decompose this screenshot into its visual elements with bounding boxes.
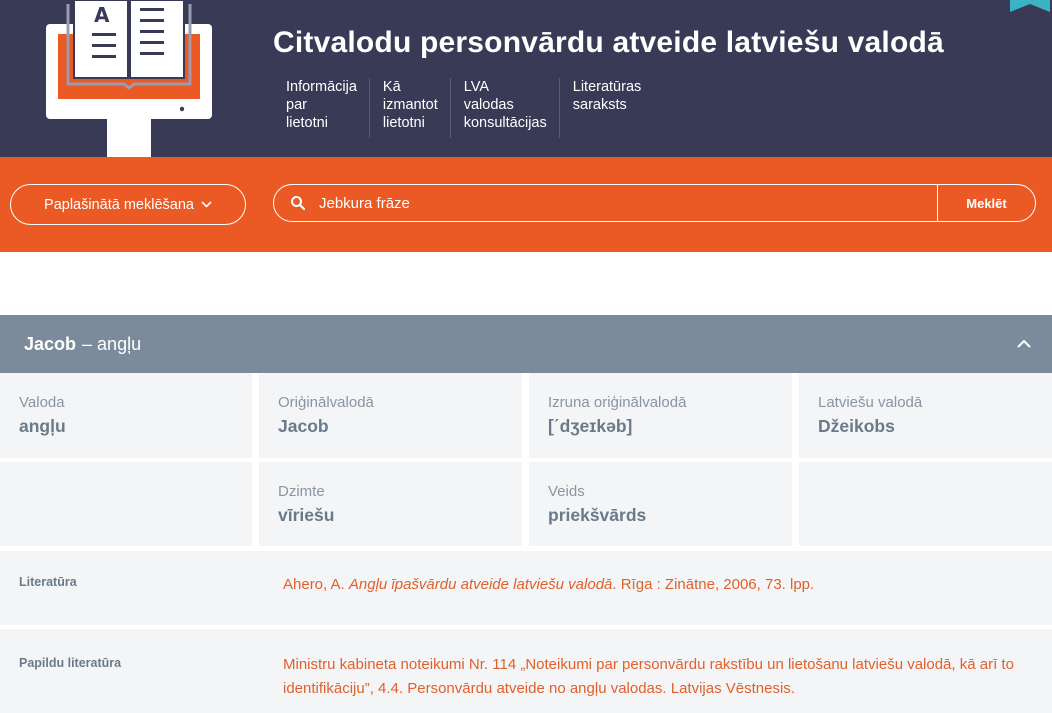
literature-author: Ahero, A. xyxy=(283,576,349,593)
empty-cell xyxy=(0,462,252,546)
field-type: Veids priekšvārds xyxy=(529,462,792,546)
book-computer-logo-icon[interactable]: A xyxy=(44,0,214,157)
nav-item-consultations[interactable]: LVA valodas konsultācijas xyxy=(451,78,560,138)
advanced-search-label: Paplašinātā meklēšana xyxy=(44,196,194,213)
field-original: Oriģinālvalodā Jacob xyxy=(259,373,522,458)
literature-publisher: . Rīga : Zinātne, 2006, 73. lpp. xyxy=(612,576,815,593)
search-form: Meklēt xyxy=(273,184,1036,222)
nav-item-literature[interactable]: Literatūras saraksts xyxy=(560,78,654,138)
chevron-up-icon[interactable] xyxy=(1016,336,1032,352)
extra-literature-reference[interactable]: Ministru kabineta noteikumi Nr. 114 „Not… xyxy=(283,653,1043,701)
search-bar: Paplašinātā meklēšana Meklēt xyxy=(0,157,1052,252)
site-header: A Citvalodu personvārdu atveide latviešu… xyxy=(0,0,1052,157)
field-value: angļu xyxy=(19,416,66,436)
extra-literature-label: Papildu literatūra xyxy=(19,656,122,670)
advanced-search-button[interactable]: Paplašinātā meklēšana xyxy=(10,184,246,225)
entry-header[interactable]: Jacob – angļu xyxy=(0,315,1052,373)
nav-item-info[interactable]: Informācija par lietotni xyxy=(273,78,370,138)
field-pronunciation: Izruna oriģinālvalodā [ˊdʒeɪkəb] xyxy=(529,373,792,458)
field-label: Oriģinālvalodā xyxy=(278,394,374,411)
field-gender: Dzimte vīriešu xyxy=(259,462,522,546)
nav-item-label: LVA valodas konsultācijas xyxy=(463,79,547,131)
entry-details: Valoda angļu Oriģinālvalodā Jacob Izruna… xyxy=(0,373,1052,548)
field-value: vīriešu xyxy=(278,505,335,525)
field-value: Džeikobs xyxy=(818,416,895,436)
literature-row: Literatūra Ahero, A. Angļu īpašvārdu atv… xyxy=(0,551,1052,625)
search-button[interactable]: Meklēt xyxy=(937,185,1035,221)
literature-label: Literatūra xyxy=(19,575,77,589)
field-value: [ˊdʒeɪkəb] xyxy=(548,416,633,436)
field-label: Veids xyxy=(548,483,585,500)
svg-text:A: A xyxy=(94,3,110,27)
field-label: Latviešu valodā xyxy=(818,394,923,411)
site-title: Citvalodu personvārdu atveide latviešu v… xyxy=(273,26,944,59)
literature-book-title: Angļu īpašvārdu atveide latviešu valodā xyxy=(348,576,613,593)
entry-language: – angļu xyxy=(82,333,142,354)
empty-cell xyxy=(799,462,1052,546)
nav-item-label: Literatūras saraksts xyxy=(572,79,642,113)
corner-ribbon-icon[interactable] xyxy=(1010,0,1050,12)
main-nav: Informācija par lietotni Kā izmantot lie… xyxy=(273,78,653,138)
nav-item-howto[interactable]: Kā izmantot lietotni xyxy=(370,78,451,138)
nav-item-label: Informācija par lietotni xyxy=(286,79,357,131)
nav-item-label: Kā izmantot lietotni xyxy=(382,79,438,131)
field-value: Jacob xyxy=(278,416,329,436)
field-latvian: Latviešu valodā Džeikobs xyxy=(799,373,1052,458)
literature-reference[interactable]: Ahero, A. Angļu īpašvārdu atveide latvie… xyxy=(283,573,1043,597)
field-value: priekšvārds xyxy=(548,505,647,525)
field-label: Izruna oriģinālvalodā xyxy=(548,394,687,411)
entry-name: Jacob xyxy=(24,333,77,354)
field-language: Valoda angļu xyxy=(0,373,252,458)
extra-literature-row: Papildu literatūra Ministru kabineta not… xyxy=(0,629,1052,713)
field-label: Valoda xyxy=(19,394,65,411)
search-input[interactable] xyxy=(319,194,937,212)
search-icon xyxy=(291,196,306,211)
field-label: Dzimte xyxy=(278,483,325,500)
chevron-down-icon xyxy=(201,201,212,208)
